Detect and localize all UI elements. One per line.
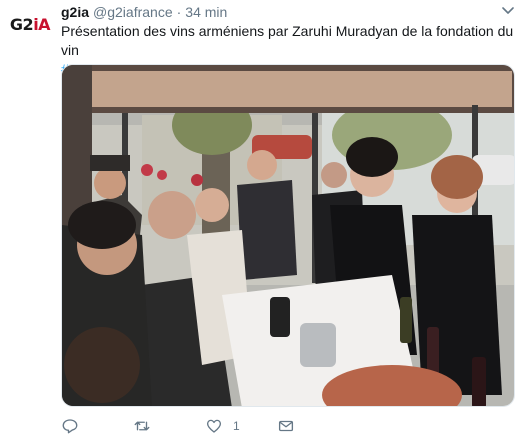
logo-main-text: G2 [9, 14, 34, 34]
direct-message-button[interactable] [277, 414, 305, 438]
tweet-header: g2ia @g2iafrance · 34 min [61, 4, 515, 22]
tweet-photo[interactable] [61, 64, 515, 407]
author-handle[interactable]: @g2iafrance [93, 4, 173, 20]
tweet-body: Présentation des vins arméniens par Zaru… [61, 23, 514, 58]
reply-icon [62, 419, 78, 434]
like-button[interactable]: 1 [205, 414, 240, 438]
retweet-icon [134, 421, 150, 431]
profile-avatar[interactable]: G2 iA [8, 6, 52, 42]
logo-accent-text: iA [33, 14, 51, 34]
like-count: 1 [233, 419, 240, 433]
photo-illustration [62, 65, 514, 406]
chevron-down-icon[interactable] [501, 6, 515, 16]
tweet-timestamp[interactable]: 34 min [185, 4, 227, 20]
reply-button[interactable] [61, 414, 89, 438]
header-separator: · [176, 4, 182, 20]
retweet-button[interactable] [133, 414, 161, 438]
tweet-actions: 1 [61, 414, 361, 438]
envelope-icon [278, 420, 294, 432]
author-name[interactable]: g2ia [61, 4, 89, 20]
heart-icon [206, 419, 222, 433]
